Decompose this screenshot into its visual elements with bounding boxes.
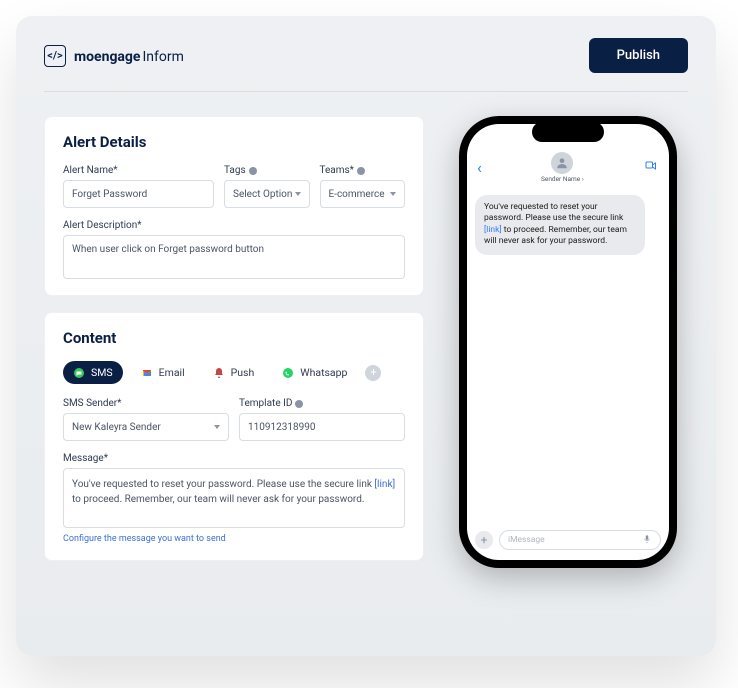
add-channel-button[interactable]: + <box>365 365 381 381</box>
message-link-token: [link] <box>374 479 395 490</box>
info-icon <box>249 167 257 175</box>
publish-button[interactable]: Publish <box>589 38 688 73</box>
content-card: Content SMS Email Push <box>44 312 424 561</box>
alert-description-input[interactable]: When user click on Forget password butto… <box>63 235 405 279</box>
plus-icon[interactable]: + <box>475 531 493 549</box>
content-fields-row: SMS Sender* New Kaleyra Sender Template … <box>63 398 405 441</box>
chat-body: You've requested to reset your password.… <box>467 187 669 524</box>
sms-sender-label: SMS Sender* <box>63 398 229 409</box>
alert-fields-row: Alert Name* Tags Select Option Teams* E-… <box>63 165 405 208</box>
alert-description-field: Alert Description* When user click on Fo… <box>63 220 405 279</box>
teams-field: Teams* E-commerce <box>320 165 406 208</box>
chat-input[interactable]: iMessage <box>499 530 661 550</box>
message-label: Message* <box>63 453 405 464</box>
whatsapp-icon <box>282 367 294 379</box>
preview-column: ‹ Sender Name › You've <box>448 116 688 568</box>
info-icon <box>357 167 365 175</box>
video-icon[interactable] <box>643 160 659 176</box>
alert-details-card: Alert Details Alert Name* Tags Select Op… <box>44 116 424 296</box>
template-id-input[interactable] <box>239 413 405 441</box>
teams-label: Teams* <box>320 165 406 176</box>
channel-tabs: SMS Email Push Whatsapp + <box>63 361 405 384</box>
sms-icon <box>73 367 85 379</box>
template-id-label: Template ID <box>239 398 405 409</box>
tags-select[interactable]: Select Option <box>224 180 310 208</box>
content-title: Content <box>63 329 405 347</box>
alert-details-title: Alert Details <box>63 133 405 151</box>
chat-input-row: + iMessage <box>467 524 669 560</box>
channel-email[interactable]: Email <box>131 361 195 384</box>
info-icon <box>295 400 303 408</box>
left-col: Alert Details Alert Name* Tags Select Op… <box>44 116 424 561</box>
sms-sender-select[interactable]: New Kaleyra Sender <box>63 413 229 441</box>
teams-select[interactable]: E-commerce <box>320 180 406 208</box>
back-chevron-icon[interactable]: ‹ <box>477 158 482 177</box>
message-input[interactable]: You've requested to reset your password.… <box>63 468 405 528</box>
channel-sms[interactable]: SMS <box>63 361 123 384</box>
header: </> moengageInform Publish <box>44 38 688 92</box>
push-icon <box>213 367 225 379</box>
template-id-field: Template ID <box>239 398 405 441</box>
alert-description-label: Alert Description* <box>63 220 405 231</box>
avatar-icon <box>551 152 573 174</box>
phone-frame: ‹ Sender Name › You've <box>459 116 677 568</box>
phone-screen: ‹ Sender Name › You've <box>467 124 669 560</box>
sms-sender-field: SMS Sender* New Kaleyra Sender <box>63 398 229 441</box>
channel-push[interactable]: Push <box>203 361 265 384</box>
email-icon <box>141 367 153 379</box>
brand: </> moengageInform <box>44 45 184 67</box>
phone-header: ‹ Sender Name › <box>467 152 669 187</box>
alert-name-label: Alert Name* <box>63 165 214 176</box>
brand-name: moengageInform <box>74 46 184 65</box>
chevron-down-icon <box>295 192 301 196</box>
channel-whatsapp[interactable]: Whatsapp <box>272 361 357 384</box>
configure-note: Configure the message you want to send <box>63 534 405 544</box>
brand-logo-icon: </> <box>44 45 66 67</box>
chevron-down-icon <box>214 425 220 429</box>
chevron-down-icon <box>390 192 396 196</box>
app-frame: </> moengageInform Publish Alert Details… <box>16 16 716 656</box>
alert-name-input[interactable] <box>63 180 214 208</box>
avatar-block: Sender Name › <box>541 152 584 183</box>
body-grid: Alert Details Alert Name* Tags Select Op… <box>44 116 688 568</box>
mic-icon <box>642 534 652 547</box>
alert-name-field: Alert Name* <box>63 165 214 208</box>
bubble-link-token: [link] <box>484 225 502 235</box>
sender-name: Sender Name › <box>541 175 584 183</box>
phone-notch <box>532 122 604 142</box>
tags-field: Tags Select Option <box>224 165 310 208</box>
message-field: Message* You've requested to reset your … <box>63 453 405 528</box>
tags-label: Tags <box>224 165 310 176</box>
message-bubble: You've requested to reset your password.… <box>475 195 645 255</box>
